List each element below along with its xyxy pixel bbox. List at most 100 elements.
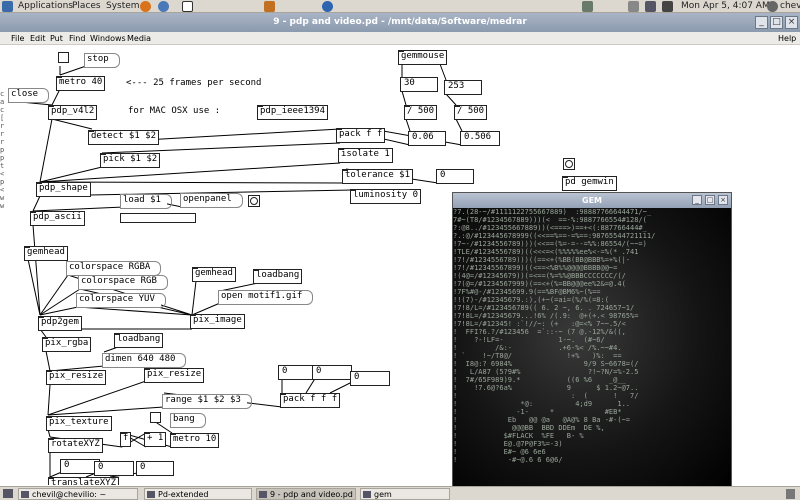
menu-media[interactable]: Media (127, 32, 151, 45)
gemwin-bang[interactable] (563, 158, 575, 170)
loadbang-object-1[interactable]: loadbang (253, 269, 303, 284)
pdp-ascii-object[interactable]: pdp_ascii (30, 211, 85, 226)
side-console-fragment: c a c [ r r r p p t < p < w w (0, 90, 5, 210)
pd-gemwin-object[interactable]: pd gemwin (562, 176, 617, 191)
tolerance-number-box[interactable]: 0 (436, 169, 474, 184)
user-name[interactable]: chevil (780, 0, 800, 13)
float-object[interactable]: f (120, 432, 132, 447)
translatexyz-object[interactable]: translateXYZ (48, 477, 120, 485)
pack-ff-object[interactable]: pack f f (336, 128, 386, 143)
taskbar-item-terminal[interactable]: chevil@chevilio: ~ (18, 488, 138, 500)
translate-number-box-3[interactable]: 0 (136, 461, 174, 476)
range-message[interactable]: range $1 $2 $3 (162, 394, 252, 409)
pd-launcher-icon[interactable] (182, 1, 193, 12)
places-menu[interactable]: Places (72, 0, 101, 13)
detect-object[interactable]: detect $1 $2 (88, 130, 160, 145)
stop-message[interactable]: stop (84, 53, 120, 68)
gem-minimize-button[interactable]: _ (692, 195, 702, 205)
mac-comment: for MAC OSX use : (128, 106, 221, 116)
bang-message[interactable]: bang (170, 413, 206, 428)
number-box-30[interactable]: 30 (400, 77, 438, 92)
number-box-0-506[interactable]: 0.506 (460, 131, 500, 146)
mail-icon[interactable] (628, 1, 639, 12)
gemhead-object-2[interactable]: gemhead (192, 267, 236, 282)
number-box-253[interactable]: 253 (444, 80, 482, 95)
maximize-button[interactable]: □ (770, 16, 783, 29)
gem-window[interactable]: GEM _ □ × ?7.(28-~/#1111122755667889) :9… (452, 192, 732, 488)
menu-find[interactable]: Find (69, 32, 85, 45)
pd-window-titlebar[interactable]: 9 - pdp and video.pd - /mnt/data/Softwar… (0, 13, 800, 32)
luminosity-object[interactable]: luminosity 0 (350, 189, 422, 204)
open-motif-message[interactable]: open motif1.gif (218, 290, 314, 305)
gem-render-view[interactable]: ?7.(28-~/#1111122755667889) :98887766644… (453, 208, 731, 487)
pix-resize-object-1[interactable]: pix_resize (46, 370, 107, 385)
taskbar-item-pd-extended[interactable]: Pd-extended (144, 488, 252, 500)
metro-10-object[interactable]: metro 10 (170, 433, 220, 448)
ascii-video-render: ?7.(28-~/#1111122755667889) :98887766644… (453, 208, 656, 464)
sound-launcher-icon[interactable] (582, 1, 593, 12)
pick-object[interactable]: pick $1 $2 (100, 153, 161, 168)
tools-launcher-icon[interactable] (264, 1, 275, 12)
plus-one-object[interactable]: + 1 (144, 432, 167, 447)
pix-rgba-object[interactable]: pix_rgba (42, 337, 92, 352)
loadbang-object-2[interactable]: loadbang (114, 333, 164, 348)
divide-500-object-b[interactable]: / 500 (454, 105, 488, 120)
volume-icon[interactable] (662, 1, 673, 12)
pd-icon (147, 491, 155, 498)
user-icon[interactable] (767, 1, 778, 12)
pack-fff-object[interactable]: pack f f f (280, 393, 341, 408)
gem-close-button[interactable]: × (718, 195, 728, 205)
menu-edit[interactable]: Edit (30, 32, 46, 45)
menu-put[interactable]: Put (50, 32, 63, 45)
taskbar-item-patch[interactable]: 9 - pdp and video.pd - /... (256, 488, 356, 500)
minimize-button[interactable]: _ (755, 16, 768, 29)
tolerance-object[interactable]: tolerance $1 (342, 169, 414, 184)
pdp-v4l2-object[interactable]: pdp_v4l2 (48, 105, 98, 120)
colorspace-rgb-message[interactable]: colorspace RGB (78, 275, 168, 290)
menu-file[interactable]: File (11, 32, 24, 45)
clock[interactable]: Mon Apr 5, 4:07 AM (681, 0, 770, 13)
number-box-0-06[interactable]: 0.06 (408, 131, 446, 146)
close-button[interactable]: × (785, 16, 798, 29)
symbol-atom-box[interactable] (120, 213, 196, 223)
openpanel-bang[interactable] (248, 195, 260, 207)
pix-texture-object[interactable]: pix_texture (46, 416, 112, 431)
menu-windows[interactable]: Windows (90, 32, 126, 45)
gemhead-object-1[interactable]: gemhead (24, 246, 68, 261)
pdp-shape-object[interactable]: pdp_shape (36, 182, 91, 197)
isolate-object[interactable]: isolate 1 (338, 148, 393, 163)
openpanel-message[interactable]: openpanel (180, 193, 243, 208)
show-desktop-icon[interactable] (3, 489, 13, 498)
metro-40-object[interactable]: metro 40 (56, 76, 106, 91)
system-menu[interactable]: System (106, 0, 140, 13)
close-message[interactable]: close (8, 88, 50, 103)
pix-resize-object-2[interactable]: pix_resize (144, 368, 205, 383)
network-icon[interactable] (645, 1, 656, 12)
toggle[interactable] (58, 52, 69, 63)
menu-help[interactable]: Help (778, 32, 796, 45)
gem-window-titlebar[interactable]: GEM (453, 193, 731, 208)
pix-image-object[interactable]: pix_image (190, 314, 245, 329)
dimen-message[interactable]: dimen 640 480 (102, 353, 187, 368)
gemmouse-object[interactable]: gemmouse (398, 50, 448, 65)
range-number-box-3[interactable]: 0 (350, 371, 390, 386)
pdp2gem-object[interactable]: pdp2gem (38, 316, 82, 331)
trash-icon[interactable] (786, 489, 795, 499)
colorspace-yuv-message[interactable]: colorspace YUV (76, 293, 166, 308)
metro-toggle[interactable] (150, 412, 161, 423)
gem-maximize-button[interactable]: □ (705, 195, 715, 205)
translate-number-box-2[interactable]: 0 (94, 461, 134, 476)
pdp-ieee1394-object[interactable]: pdp_ieee1394 (257, 105, 329, 120)
applications-menu[interactable]: Applications (18, 0, 73, 13)
rotatexyz-object[interactable]: rotateXYZ (48, 438, 103, 453)
divide-500-object-a[interactable]: / 500 (404, 105, 438, 120)
colorspace-rgba-message[interactable]: colorspace RGBA (66, 261, 162, 276)
taskbar-item-gem[interactable]: gem (360, 488, 450, 500)
bottom-taskbar: chevil@chevilio: ~ Pd-extended 9 - pdp a… (0, 486, 800, 500)
firefox-launcher-icon[interactable] (140, 1, 151, 12)
gnome-foot-icon (2, 1, 13, 12)
browser-launcher-icon[interactable] (158, 1, 169, 12)
inkscape-launcher-icon[interactable] (322, 1, 333, 12)
load-message[interactable]: load $1 (120, 194, 172, 209)
range-number-box-2[interactable]: 0 (312, 365, 352, 380)
